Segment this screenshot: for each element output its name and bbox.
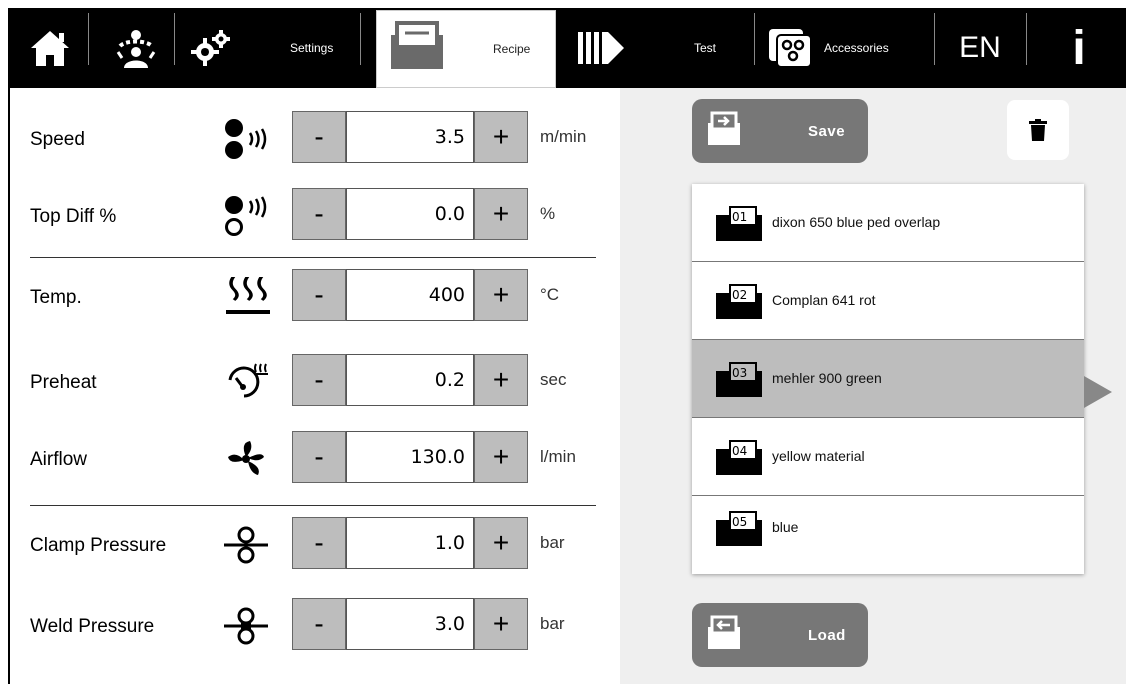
param-unit: °C (540, 285, 560, 304)
param-label: Preheat (30, 372, 97, 393)
temp-value-field[interactable]: 400 (346, 269, 474, 321)
recipe-name: mehler 900 green (772, 370, 882, 386)
recipe-item[interactable]: 04 yellow material (692, 418, 1084, 496)
param-label: Speed (30, 129, 85, 150)
trash-icon (1029, 119, 1047, 141)
recipe-item[interactable]: 05 blue (692, 496, 1084, 573)
language-button[interactable]: EN (938, 8, 1022, 88)
save-button-label: Save (808, 122, 846, 140)
info-icon[interactable]: i (1032, 8, 1126, 88)
app-window: Settings Recipe Test Accessories EN i Sp… (0, 0, 1126, 684)
airflow-value-field[interactable]: 130.0 (346, 431, 474, 483)
recipe-number: 01 (732, 210, 747, 224)
fan-icon (228, 441, 264, 475)
clamp-pressure-value-field[interactable]: 1.0 (346, 517, 474, 569)
recipe-name: blue (772, 519, 799, 535)
param-unit: bar (540, 614, 565, 633)
recipe-folder-icon: 01 (716, 206, 762, 241)
recipe-item[interactable]: 02 Complan 641 rot (692, 262, 1084, 340)
increment-button[interactable]: + (474, 598, 528, 650)
tab-recipe[interactable]: Recipe (376, 10, 556, 88)
decrement-button[interactable]: - (292, 598, 346, 650)
recipe-item[interactable]: 01 dixon 650 blue ped overlap (692, 184, 1084, 262)
nav-test-label[interactable]: Test (694, 41, 716, 55)
accessories-icon[interactable] (764, 8, 814, 88)
home-icon[interactable] (20, 8, 80, 88)
increment-button[interactable]: + (474, 517, 528, 569)
delete-button[interactable] (1007, 100, 1069, 160)
save-button[interactable]: Save (692, 99, 868, 163)
decrement-button[interactable]: - (292, 431, 346, 483)
recipe-folder-icon: 05 (716, 511, 762, 546)
param-label: Top Diff % (30, 206, 117, 227)
load-button[interactable]: Load (692, 603, 868, 667)
load-button-label: Load (808, 626, 846, 644)
recipe-panel: Save 01 dixon 650 blue ped overlap 02 Co… (620, 88, 1126, 684)
weld-pressure-icon (224, 607, 268, 645)
preheat-value-field[interactable]: 0.2 (346, 354, 474, 406)
increment-button[interactable]: + (474, 354, 528, 406)
param-unit: m/min (540, 127, 587, 146)
param-row-temp: Temp. - 400 + °C (10, 269, 622, 327)
top-diff-value-field[interactable]: 0.0 (346, 188, 474, 240)
increment-button[interactable]: + (474, 431, 528, 483)
recipe-folder-icon: 02 (716, 284, 762, 319)
param-unit: sec (540, 370, 567, 389)
recipe-folder-icon: 03 (716, 362, 762, 397)
decrement-button[interactable]: - (292, 354, 346, 406)
param-unit: l/min (540, 447, 576, 466)
decrement-button[interactable]: - (292, 517, 346, 569)
recipe-item-selected[interactable]: 03 mehler 900 green (692, 340, 1084, 418)
recipe-name: Complan 641 rot (772, 292, 876, 308)
expand-arrow-icon[interactable] (1084, 376, 1112, 408)
preheat-timer-icon (228, 363, 268, 398)
speed-icon (225, 119, 267, 159)
save-folder-icon (708, 111, 740, 145)
operator-icon[interactable] (98, 8, 174, 88)
recipe-name: dixon 650 blue ped overlap (772, 214, 941, 230)
param-unit: % (540, 204, 556, 223)
param-unit: bar (540, 533, 565, 552)
recipe-folder-icon: 04 (716, 440, 762, 475)
recipe-number: 05 (732, 515, 747, 529)
section-divider (30, 257, 596, 258)
increment-button[interactable]: + (474, 111, 528, 163)
recipe-number: 04 (732, 444, 747, 458)
tab-recipe-label: Recipe (493, 42, 531, 56)
recipe-number: 02 (732, 288, 747, 302)
speed-value-field[interactable]: 3.5 (346, 111, 474, 163)
parameters-panel: Speed - 3.5 + m/min Top Diff % - 0.0 + %… (8, 88, 622, 684)
param-label: Weld Pressure (30, 616, 155, 637)
param-row-speed: Speed - 3.5 + m/min (10, 111, 622, 169)
gears-icon[interactable] (180, 8, 244, 88)
heater-icon (226, 277, 270, 314)
decrement-button[interactable]: - (292, 111, 346, 163)
param-row-preheat: Preheat - 0.2 + sec (10, 354, 622, 412)
weld-pressure-value-field[interactable]: 3.0 (346, 598, 474, 650)
top-diff-icon (225, 196, 267, 236)
param-label: Clamp Pressure (30, 535, 167, 556)
increment-button[interactable]: + (474, 188, 528, 240)
recipe-name: yellow material (772, 448, 865, 464)
param-row-clamp-pressure: Clamp Pressure - 1.0 + bar (10, 517, 622, 575)
forward-arrow-icon[interactable] (568, 8, 634, 88)
param-row-airflow: Airflow - 130.0 + l/min (10, 431, 622, 489)
recipe-folder-icon (389, 21, 445, 76)
decrement-button[interactable]: - (292, 188, 346, 240)
section-divider (30, 505, 596, 506)
param-row-weld-pressure: Weld Pressure - 3.0 + bar (10, 598, 622, 656)
nav-accessories-label[interactable]: Accessories (824, 41, 889, 55)
load-folder-icon (708, 615, 740, 649)
decrement-button[interactable]: - (292, 269, 346, 321)
top-nav-bar: Settings Recipe Test Accessories EN i (8, 8, 1126, 88)
param-label: Temp. (30, 287, 82, 308)
increment-button[interactable]: + (474, 269, 528, 321)
nav-settings-label[interactable]: Settings (290, 41, 333, 55)
param-row-top-diff: Top Diff % - 0.0 + % (10, 188, 622, 246)
clamp-pressure-icon (224, 526, 268, 564)
recipe-list: 01 dixon 650 blue ped overlap 02 Complan… (692, 184, 1084, 574)
recipe-number: 03 (732, 366, 747, 380)
param-label: Airflow (30, 449, 88, 470)
